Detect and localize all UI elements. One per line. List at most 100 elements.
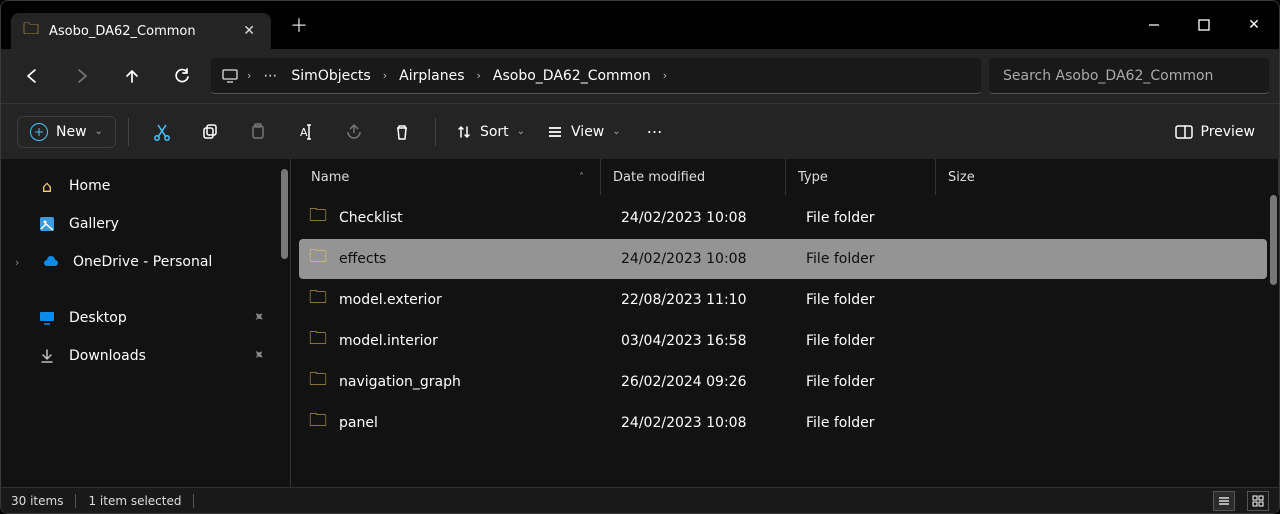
close-button[interactable]: ✕ [1229,1,1279,49]
sidebar-item-label: Gallery [69,216,119,232]
sidebar-item-desktop[interactable]: Desktop [11,299,280,337]
file-date: 24/02/2023 10:08 [609,415,794,431]
folder-icon: 🗀 [307,203,329,233]
more-button[interactable]: ⋯ [635,112,677,152]
picture-icon [37,216,57,232]
scrollbar-thumb[interactable] [281,169,288,259]
close-tab-icon[interactable]: ✕ [243,23,255,39]
cloud-icon [41,255,61,269]
table-row[interactable]: 🗀model.exterior22/08/2023 11:10File fold… [299,280,1267,320]
search-input[interactable]: Search Asobo_DA62_Common [989,58,1269,94]
new-label: New [56,124,87,140]
file-type: File folder [794,333,944,349]
up-button[interactable] [111,57,153,95]
chevron-down-icon: ⌄ [517,126,525,137]
maximize-button[interactable] [1179,1,1229,49]
chevron-right-icon[interactable]: › [243,69,255,82]
table-row[interactable]: 🗀 panel 24/02/2023 10:08File folder [299,403,1267,443]
sort-button[interactable]: Sort ⌄ [448,124,533,140]
view-label: View [571,124,604,140]
title-bar: 🗀 Asobo_DA62_Common ✕ ＋ ✕ [1,1,1279,49]
folder-icon: 🗀 [307,326,329,356]
thumbnails-view-toggle[interactable] [1247,491,1269,511]
file-name: effects [339,251,386,267]
sidebar-item-label: Desktop [69,310,127,326]
minimize-button[interactable] [1129,1,1179,49]
chevron-right-icon[interactable]: › [659,69,671,82]
file-type: File folder [794,251,944,267]
file-type: File folder [794,210,944,226]
folder-icon: 🗀 [307,244,329,274]
chevron-right-icon[interactable]: › [472,69,484,82]
divider [128,118,129,146]
sidebar-item-downloads[interactable]: Downloads [11,337,280,375]
preview-label: Preview [1201,124,1256,140]
share-button[interactable] [333,112,375,152]
table-row[interactable]: 🗀model.interior03/04/2023 16:58File fold… [299,321,1267,361]
file-list: Name ˄ Date modified Type Size 🗀 Checklis… [291,159,1279,513]
breadcrumb-segment[interactable]: Asobo_DA62_Common [487,68,657,84]
svg-text:A: A [300,126,308,139]
copy-button[interactable] [189,112,231,152]
preview-icon [1175,125,1193,139]
ellipsis-icon[interactable]: ⋯ [257,68,283,84]
sidebar-item-gallery[interactable]: Gallery [11,205,280,243]
file-name: panel [339,415,378,431]
delete-button[interactable] [381,112,423,152]
paste-button[interactable] [237,112,279,152]
toolbar: + New ⌄ A Sort ⌄ View [1,103,1279,159]
file-date: 24/02/2023 10:08 [609,251,794,267]
status-bar: 30 items 1 item selected [1,487,1279,513]
table-row[interactable]: 🗀 navigation_graph 26/02/2024 09:26File fo… [299,362,1267,402]
forward-button[interactable] [61,57,103,95]
rename-button[interactable]: A [285,112,327,152]
file-type: File folder [794,292,944,308]
file-type: File folder [794,415,944,431]
file-type: File folder [794,374,944,390]
nav-bar: › ⋯ SimObjects › Airplanes › Asobo_DA62_… [1,49,1279,103]
view-button[interactable]: View ⌄ [539,124,629,140]
file-date: 22/08/2023 11:10 [609,292,794,308]
breadcrumb-segment[interactable]: Airplanes [393,68,470,84]
details-view-toggle[interactable] [1213,491,1235,511]
column-header-name[interactable]: Name ˄ [291,159,601,195]
cut-button[interactable] [141,112,183,152]
chevron-right-icon[interactable]: › [15,256,29,269]
back-button[interactable] [11,57,53,95]
search-placeholder: Search Asobo_DA62_Common [1003,68,1213,84]
table-row[interactable]: 🗀 effects 24/02/2023 10:08File folder [299,239,1267,279]
file-name: navigation_graph [339,374,461,390]
chevron-right-icon[interactable]: › [379,69,391,82]
sidebar-item-home[interactable]: ⌂ Home [11,167,280,205]
pin-icon [254,312,266,324]
scrollbar-thumb[interactable] [1270,195,1277,285]
file-date: 26/02/2024 09:26 [609,374,794,390]
tab-title: Asobo_DA62_Common [49,24,233,39]
folder-icon: 🗀 [307,408,329,438]
folder-icon: 🗀 [307,367,329,397]
address-bar[interactable]: › ⋯ SimObjects › Airplanes › Asobo_DA62_… [211,58,981,94]
file-name: Checklist [339,210,403,226]
column-headers: Name ˄ Date modified Type Size [291,159,1279,195]
column-header-size[interactable]: Size [936,159,1279,195]
sidebar: ⌂ Home Gallery › OneDrive - Personal [1,159,291,513]
sort-label: Sort [480,124,509,140]
refresh-button[interactable] [161,57,203,95]
sort-indicator-icon: ˄ [579,172,584,183]
list-icon [547,124,563,140]
monitor-icon [219,68,241,84]
table-row[interactable]: 🗀Checklist24/02/2023 10:08File folder [299,198,1267,238]
preview-button[interactable]: Preview [1167,124,1264,140]
home-icon: ⌂ [37,177,57,196]
folder-icon: 🗀 [23,18,39,45]
new-tab-button[interactable]: ＋ [279,12,319,38]
column-header-date[interactable]: Date modified [601,159,786,195]
breadcrumb-segment[interactable]: SimObjects [285,68,376,84]
new-button[interactable]: + New ⌄ [17,116,116,148]
status-selected-count: 1 item selected [88,494,181,508]
sidebar-item-onedrive[interactable]: › OneDrive - Personal [11,243,280,281]
chevron-down-icon: ⌄ [95,126,103,137]
plus-circle-icon: + [30,123,48,141]
column-header-type[interactable]: Type [786,159,936,195]
tab-current[interactable]: 🗀 Asobo_DA62_Common ✕ [11,13,271,49]
